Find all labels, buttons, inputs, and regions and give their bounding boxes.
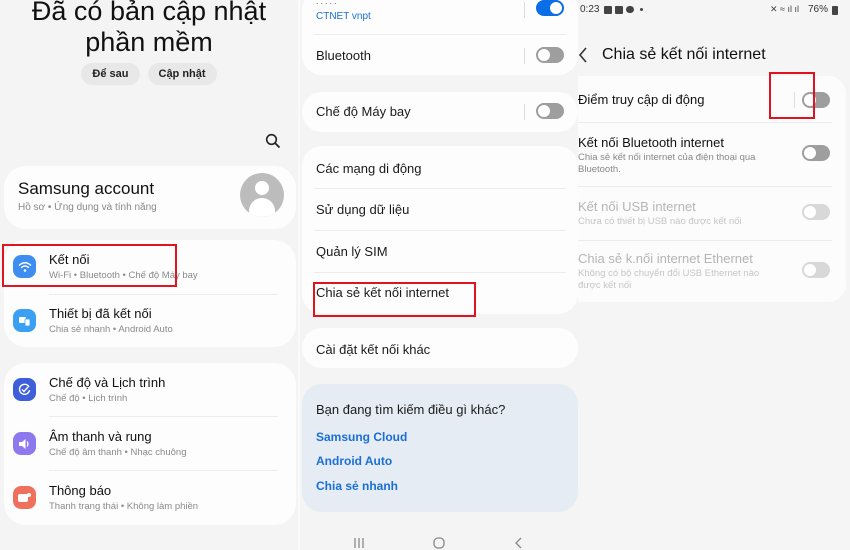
app-notification-icon <box>615 6 623 14</box>
usb-tethering-toggle[interactable] <box>802 204 830 220</box>
separator <box>524 48 525 64</box>
row-subtitle: Chia sẻ kết nối internet của điện thoại … <box>578 152 756 175</box>
bluetooth-label: Bluetooth <box>316 48 371 63</box>
item-title: Thông báo <box>49 483 112 498</box>
link-samsung-cloud[interactable]: Samsung Cloud <box>316 430 407 444</box>
suggestions-card: Bạn đang tìm kiếm điều gì khác? Samsung … <box>302 384 578 512</box>
bluetooth-tethering-row[interactable]: Kết nối Bluetooth internet Chia sẻ kết n… <box>578 123 846 185</box>
status-icons: ✕ ≈ ıl ıl <box>770 4 799 14</box>
search-icon[interactable] <box>265 133 281 149</box>
wifi-label-truncated: ..... <box>316 0 339 6</box>
back-icon[interactable] <box>578 47 588 63</box>
more-notifications-dot <box>640 8 643 11</box>
airplane-label: Chế độ Máy bay <box>316 104 411 119</box>
menu-item-sim-manager[interactable]: Quản lý SIM <box>302 230 578 272</box>
more-settings-card: Cài đặt kết nối khác <box>302 328 578 368</box>
suggestions-title: Bạn đang tìm kiếm điều gì khác? <box>316 402 506 417</box>
page-title: Chia sẻ kết nối internet <box>602 46 766 63</box>
row-title: Chia sẻ k.nối internet Ethernet <box>578 251 753 266</box>
ethernet-tethering-toggle[interactable] <box>802 262 830 278</box>
home-icon[interactable] <box>433 537 445 549</box>
airplane-mode-row[interactable]: Chế độ Máy bay <box>302 92 578 134</box>
row-subtitle: Chưa có thiết bị USB nào được kết nối <box>578 216 742 227</box>
bluetooth-tethering-toggle[interactable] <box>802 145 830 161</box>
menu-label: Các mạng di động <box>316 161 422 176</box>
back-icon[interactable] <box>513 537 525 549</box>
link-quick-share[interactable]: Chia sẻ nhanh <box>316 479 398 493</box>
item-subtitle: Thanh trạng thái • Không làm phiền <box>49 501 199 512</box>
menu-item-more-connection-settings[interactable]: Cài đặt kết nối khác <box>302 328 578 370</box>
usb-tethering-row[interactable]: Kết nối USB internet Chưa có thiết bị US… <box>578 187 846 239</box>
bluetooth-row[interactable]: Bluetooth <box>302 35 578 77</box>
wifi-network-name: CTNET vnpt <box>316 11 371 22</box>
menu-item-data-usage[interactable]: Sử dụng dữ liệu <box>302 188 578 230</box>
row-subtitle: Không có bộ chuyển đổi USB Ethernet nào … <box>578 268 760 291</box>
menu-item-sound[interactable]: Âm thanh và rung Chế độ âm thanh • Nhạc … <box>4 417 296 470</box>
item-subtitle: Chế độ âm thanh • Nhạc chuông <box>49 447 187 458</box>
connections-screen: ..... CTNET vnpt Bluetooth Chế độ Máy ba… <box>298 0 578 550</box>
speaker-icon <box>13 432 36 455</box>
row-title: Kết nối USB internet <box>578 199 696 214</box>
message-notification-icon <box>626 6 634 13</box>
update-buttons: Để sau Cập nhật <box>0 63 298 85</box>
menu-label: Quản lý SIM <box>316 244 388 259</box>
menu-item-mobile-networks[interactable]: Các mạng di động <box>302 146 578 188</box>
settings-home-screen: Đã có bản cập nhật phần mềm Để sau Cập n… <box>0 0 298 550</box>
airplane-toggle[interactable] <box>536 103 564 119</box>
samsung-account-card[interactable]: Samsung account Hồ sơ • Ứng dụng và tính… <box>4 166 296 229</box>
separator <box>524 2 525 18</box>
highlight-box <box>2 244 177 287</box>
notification-icon <box>13 486 36 509</box>
item-title: Thiết bị đã kết nối <box>49 306 152 321</box>
account-subtitle: Hồ sơ • Ứng dụng và tính năng <box>18 202 157 213</box>
navigation-bar <box>300 530 578 550</box>
menu-item-notifications[interactable]: Thông báo Thanh trạng thái • Không làm p… <box>4 471 296 524</box>
check-circle-icon <box>13 378 36 401</box>
status-time: 0:23 <box>580 4 600 15</box>
link-android-auto[interactable]: Android Auto <box>316 454 392 468</box>
item-subtitle: Chia sẻ nhanh • Android Auto <box>49 324 173 335</box>
row-title: Điểm truy cập di động <box>578 92 705 107</box>
tethering-screen: 0:23 ✕ ≈ ıl ıl 76% Chia sẻ kết nối inter… <box>578 0 850 550</box>
wifi-toggle[interactable] <box>536 0 564 16</box>
menu-label: Sử dụng dữ liệu <box>316 202 410 217</box>
wifi-bluetooth-card: ..... CTNET vnpt Bluetooth <box>302 0 578 75</box>
menu-label: Cài đặt kết nối khác <box>316 342 431 357</box>
menu-item-modes[interactable]: Chế độ và Lịch trình Chế độ • Lịch trình <box>4 363 296 416</box>
update-title-line1: Đã có bản cập nhật <box>31 0 267 26</box>
account-title: Samsung account <box>18 179 155 198</box>
row-title: Kết nối Bluetooth internet <box>578 135 724 150</box>
item-subtitle: Chế độ • Lịch trình <box>49 393 128 404</box>
battery-level: 76% <box>808 4 829 15</box>
airplane-card: Chế độ Máy bay <box>302 92 578 132</box>
later-button[interactable]: Để sau <box>81 63 140 85</box>
highlight-box <box>769 72 815 119</box>
update-title: Đã có bản cập nhật phần mềm <box>0 0 298 58</box>
highlight-box <box>313 282 476 317</box>
menu-item-connected-devices[interactable]: Thiết bị đã kết nối Chia sẻ nhanh • Andr… <box>4 294 296 347</box>
item-title: Âm thanh và rung <box>49 429 152 444</box>
gallery-notification-icon <box>604 6 612 14</box>
update-button[interactable]: Cập nhật <box>147 63 217 85</box>
devices-icon <box>13 309 36 332</box>
item-title: Chế độ và Lịch trình <box>49 375 166 390</box>
modes-group: Chế độ và Lịch trình Chế độ • Lịch trình… <box>4 363 296 525</box>
ethernet-tethering-row[interactable]: Chia sẻ k.nối internet Ethernet Không có… <box>578 241 846 301</box>
update-title-line2: phần mềm <box>85 27 213 57</box>
recent-apps-icon[interactable] <box>353 537 365 549</box>
avatar-icon[interactable] <box>240 173 284 217</box>
status-bar: 0:23 ✕ ≈ ıl ıl 76% <box>578 4 850 18</box>
battery-icon <box>832 6 838 15</box>
bluetooth-toggle[interactable] <box>536 47 564 63</box>
separator <box>524 104 525 120</box>
